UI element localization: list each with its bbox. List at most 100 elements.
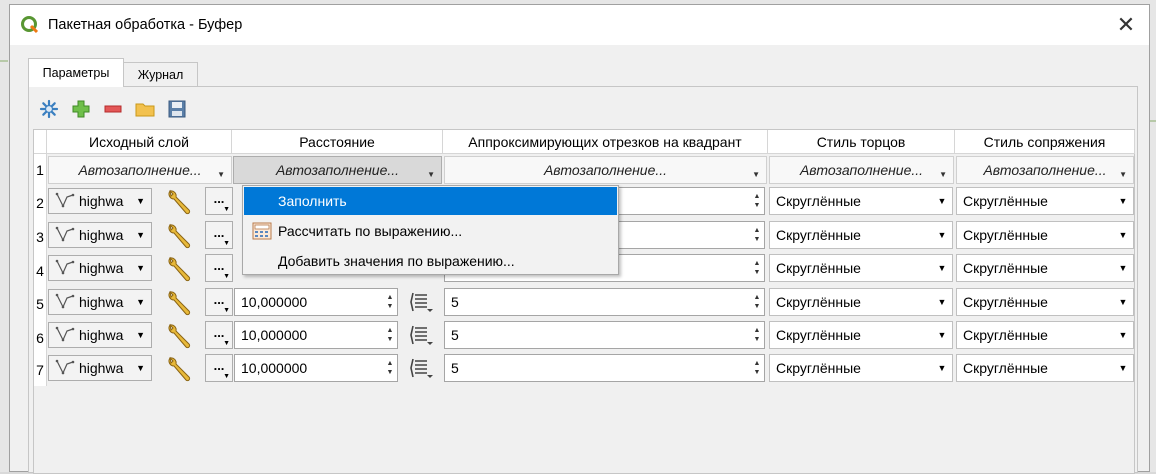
segments-spinbox[interactable]: 5 ▲▼ bbox=[444, 288, 765, 316]
wrench-icon[interactable] bbox=[164, 221, 194, 251]
expression-icon[interactable] bbox=[408, 355, 434, 381]
spin-arrows-icon[interactable]: ▲ ▼ bbox=[383, 289, 397, 315]
layer-combo[interactable]: highwa ▼ bbox=[48, 188, 152, 214]
open-folder-icon[interactable] bbox=[133, 97, 157, 121]
layer-combo[interactable]: highwa ▼ bbox=[48, 289, 152, 315]
distance-spinbox[interactable]: 10,000000 ▲ ▼ bbox=[234, 321, 398, 349]
tab-parameters[interactable]: Параметры bbox=[28, 58, 124, 87]
end-cap-combo[interactable]: Скруглённые ▼ bbox=[769, 354, 953, 382]
row-header[interactable]: 7 bbox=[34, 354, 47, 386]
wrench-icon[interactable] bbox=[164, 321, 194, 351]
join-style-combo[interactable]: Скруглённые ▼ bbox=[956, 288, 1134, 316]
expression-icon[interactable] bbox=[408, 322, 434, 348]
end-cap-combo[interactable]: Скруглённые ▼ bbox=[769, 288, 953, 316]
spin-arrows-icon[interactable]: ▲ ▼ bbox=[750, 188, 764, 214]
line-layer-icon bbox=[49, 191, 75, 212]
dropdown-arrow-icon: ▼ bbox=[937, 330, 947, 340]
join-style-combo[interactable]: Скруглённые ▼ bbox=[956, 354, 1134, 382]
column-header[interactable]: Исходный слой bbox=[47, 130, 232, 154]
layer-combo[interactable]: highwa ▼ bbox=[48, 355, 152, 381]
browse-button[interactable]: ... ▼ bbox=[205, 187, 233, 215]
row-header[interactable]: 1 bbox=[34, 154, 47, 186]
tab-log[interactable]: Журнал bbox=[123, 62, 198, 86]
dropdown-arrow-icon: ▼ bbox=[223, 273, 230, 280]
browse-button[interactable]: ... ▼ bbox=[205, 288, 233, 316]
end-cap-combo[interactable]: Скруглённые ▼ bbox=[769, 221, 953, 249]
spin-arrows-icon[interactable]: ▲ ▼ bbox=[750, 289, 764, 315]
browse-button[interactable]: ... ▼ bbox=[205, 354, 233, 382]
layer-combo[interactable]: highwa ▼ bbox=[48, 322, 152, 348]
browse-button[interactable]: ... ▼ bbox=[205, 321, 233, 349]
spin-arrows-icon[interactable]: ▲ ▼ bbox=[383, 355, 397, 381]
row-header[interactable]: 3 bbox=[34, 220, 47, 254]
menu-item-label: Добавить значения по выражению... bbox=[278, 253, 515, 269]
layer-name: highwa bbox=[79, 193, 124, 209]
line-layer-icon bbox=[49, 358, 75, 379]
window-title: Пакетная обработка - Буфер bbox=[48, 17, 243, 33]
segments-spinbox[interactable]: 5 ▲▼ bbox=[444, 354, 765, 382]
menu-item-add-values-expression[interactable]: Добавить значения по выражению... bbox=[244, 247, 617, 275]
row-header[interactable]: 2 bbox=[34, 186, 47, 220]
layer-name: highwa bbox=[79, 260, 124, 276]
dropdown-arrow-icon: ▼ bbox=[752, 170, 760, 179]
row-header[interactable]: 6 bbox=[34, 321, 47, 354]
wrench-icon[interactable] bbox=[164, 354, 194, 384]
autofill-label: Автозаполнение... bbox=[543, 162, 668, 178]
column-header[interactable]: Расстояние bbox=[232, 130, 443, 154]
wrench-icon[interactable] bbox=[164, 187, 194, 217]
distance-value: 10,000000 bbox=[241, 294, 308, 310]
spin-arrows-icon[interactable]: ▲ ▼ bbox=[750, 222, 764, 248]
row-header[interactable]: 4 bbox=[34, 254, 47, 287]
layer-name: highwa bbox=[79, 294, 124, 310]
dropdown-arrow-icon: ▼ bbox=[1118, 330, 1128, 340]
column-header[interactable]: Аппроксимирующих отрезков на квадрант bbox=[443, 130, 768, 154]
row-header[interactable]: 5 bbox=[34, 287, 47, 321]
autofill-button[interactable]: Автозаполнение... ▼ bbox=[769, 156, 954, 184]
autofill-button[interactable]: Автозаполнение... ▼ bbox=[48, 156, 232, 184]
browse-button[interactable]: ... ▼ bbox=[205, 221, 233, 249]
autofill-button[interactable]: Автозаполнение... ▼ bbox=[444, 156, 767, 184]
wrench-icon[interactable] bbox=[164, 254, 194, 284]
column-header[interactable]: Стиль сопряжения bbox=[955, 130, 1135, 154]
spin-arrows-icon[interactable]: ▲ ▼ bbox=[750, 355, 764, 381]
autofill-button[interactable]: Автозаполнение... ▼ bbox=[956, 156, 1134, 184]
column-header[interactable]: Стиль торцов bbox=[768, 130, 955, 154]
line-layer-icon bbox=[49, 292, 75, 313]
join-style-combo[interactable]: Скруглённые ▼ bbox=[956, 254, 1134, 282]
distance-spinbox[interactable]: 10,000000 ▲ ▼ bbox=[234, 354, 398, 382]
join-style-combo[interactable]: Скруглённые ▼ bbox=[956, 221, 1134, 249]
join-style-combo[interactable]: Скруглённые ▼ bbox=[956, 321, 1134, 349]
map-line bbox=[0, 60, 8, 62]
title-bar[interactable]: Пакетная обработка - Буфер ✕ bbox=[10, 5, 1149, 45]
dropdown-arrow-icon: ▼ bbox=[136, 196, 145, 206]
join-style-combo[interactable]: Скруглённые ▼ bbox=[956, 187, 1134, 215]
close-icon[interactable]: ✕ bbox=[1109, 9, 1143, 41]
join-style-value: Скруглённые bbox=[963, 193, 1048, 209]
menu-item-calculate-expression[interactable]: Рассчитать по выражению... bbox=[244, 217, 617, 245]
remove-row-icon[interactable] bbox=[101, 97, 125, 121]
end-cap-combo[interactable]: Скруглённые ▼ bbox=[769, 321, 953, 349]
end-cap-combo[interactable]: Скруглённые ▼ bbox=[769, 254, 953, 282]
layer-combo[interactable]: highwa ▼ bbox=[48, 222, 152, 248]
settings-icon[interactable] bbox=[37, 97, 61, 121]
line-layer-icon bbox=[49, 325, 75, 346]
join-style-value: Скруглённые bbox=[963, 327, 1048, 343]
spin-arrows-icon[interactable]: ▲ ▼ bbox=[750, 322, 764, 348]
end-cap-value: Скруглённые bbox=[776, 327, 861, 343]
autofill-button-distance[interactable]: Автозаполнение... ▼ bbox=[233, 156, 442, 184]
layer-combo[interactable]: highwa ▼ bbox=[48, 255, 152, 281]
spin-arrows-icon[interactable]: ▲ ▼ bbox=[383, 322, 397, 348]
expression-icon[interactable] bbox=[408, 289, 434, 315]
segments-value: 5 bbox=[451, 360, 459, 376]
menu-item-fill[interactable]: Заполнить bbox=[244, 187, 617, 215]
wrench-icon[interactable] bbox=[164, 288, 194, 318]
distance-spinbox[interactable]: 10,000000 ▲ ▼ bbox=[234, 288, 398, 316]
dropdown-arrow-icon: ▼ bbox=[1118, 230, 1128, 240]
dropdown-arrow-icon: ▼ bbox=[136, 363, 145, 373]
end-cap-combo[interactable]: Скруглённые ▼ bbox=[769, 187, 953, 215]
segments-spinbox[interactable]: 5 ▲▼ bbox=[444, 321, 765, 349]
browse-button[interactable]: ... ▼ bbox=[205, 254, 233, 282]
spin-arrows-icon[interactable]: ▲ ▼ bbox=[750, 255, 764, 281]
add-row-icon[interactable] bbox=[69, 97, 93, 121]
save-icon[interactable] bbox=[165, 97, 189, 121]
